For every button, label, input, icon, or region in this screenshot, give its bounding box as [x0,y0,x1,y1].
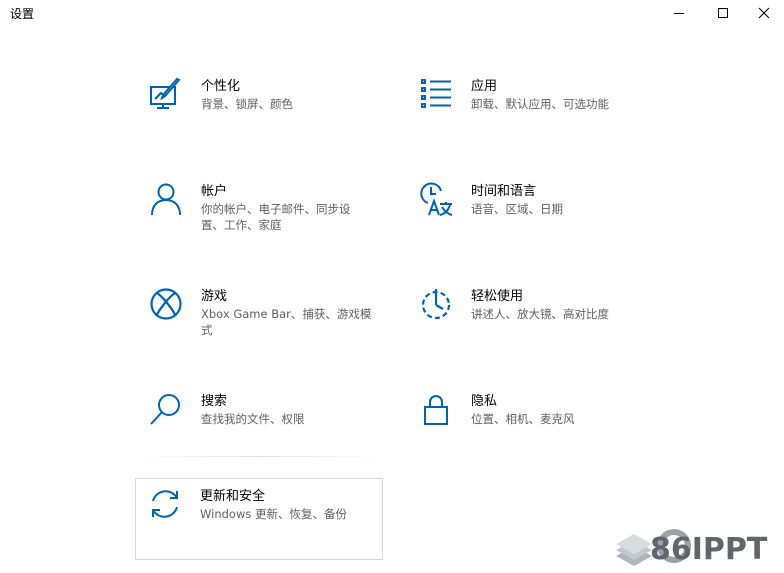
tile-privacy[interactable]: 隐私 位置、相机、麦克风 [406,383,654,465]
tile-name: 游戏 [201,289,228,304]
tile-name: 帐户 [201,184,228,199]
time-language-icon [419,182,453,216]
tile-description: 卸载、默认应用、可选功能 [471,97,609,111]
lock-icon [419,392,453,426]
xbox-icon [149,287,183,321]
personalization-icon [149,77,183,111]
close-icon [758,7,770,19]
maximize-icon [718,8,728,18]
tile-description: 讲述人、放大镜、高对比度 [471,307,609,321]
tile-personalization[interactable]: 个性化 背景、锁屏、颜色 [136,68,384,150]
tile-update-security[interactable]: 更新和安全 Windows 更新、恢复、备份 [135,478,383,560]
tile-name: 更新和安全 [200,489,266,504]
tile-name: 搜索 [201,394,228,409]
tile-ease-of-access[interactable]: 轻松使用 讲述人、放大镜、高对比度 [406,278,654,360]
close-button[interactable] [744,0,784,26]
update-icon [148,487,182,521]
divider [136,456,382,457]
tile-accounts[interactable]: 帐户 你的帐户、电子邮件、同步设置、工作、家庭 [136,173,384,255]
account-icon [149,182,183,216]
tile-gaming[interactable]: 游戏 Xbox Game Bar、捕获、游戏模式 [136,278,384,360]
tile-search[interactable]: 搜索 查找我的文件、权限 [136,383,384,465]
tile-description: 查找我的文件、权限 [201,412,305,426]
tile-name: 应用 [471,79,498,94]
title-bar: 设置 [0,0,784,26]
tile-name: 时间和语言 [471,184,537,199]
search-icon [149,392,183,426]
tile-description: 语音、区域、日期 [471,202,563,216]
tile-description: Windows 更新、恢复、备份 [200,507,347,521]
minimize-icon [674,13,684,14]
tile-name: 轻松使用 [471,289,524,304]
watermark-logo: 86IPPT [612,526,772,570]
watermark-text: 86IPPT [650,532,768,567]
maximize-button[interactable] [700,0,746,26]
tile-apps[interactable]: 应用 卸载、默认应用、可选功能 [406,68,654,150]
tile-name: 个性化 [201,79,241,94]
ease-of-access-icon [419,287,453,321]
tile-description: Xbox Game Bar、捕获、游戏模式 [201,307,372,337]
tile-description: 背景、锁屏、颜色 [201,97,293,111]
minimize-button[interactable] [656,0,702,26]
tile-name: 隐私 [471,394,498,409]
tile-time-language[interactable]: 时间和语言 语音、区域、日期 [406,173,654,255]
tile-description: 位置、相机、麦克风 [471,412,575,426]
apps-icon [419,77,453,111]
app-title: 设置 [10,7,35,21]
tile-description: 你的帐户、电子邮件、同步设置、工作、家庭 [201,202,351,232]
